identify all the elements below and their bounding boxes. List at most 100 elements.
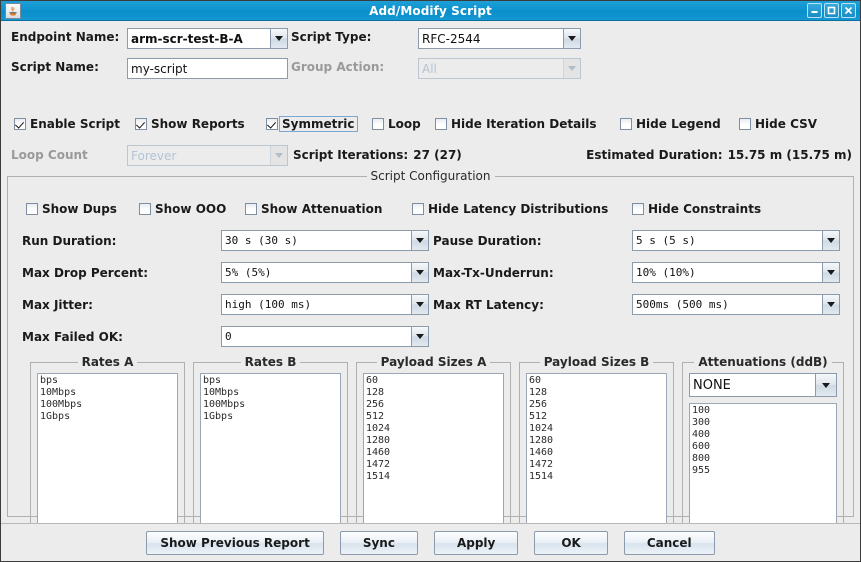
title-bar[interactable]: Add/Modify Script — [1, 1, 860, 21]
cancel-button[interactable]: Cancel — [623, 530, 715, 555]
maximize-icon[interactable] — [824, 3, 839, 18]
chevron-down-icon — [270, 146, 287, 165]
list-item[interactable]: 1460 — [528, 447, 666, 459]
checkbox-hide-constraints[interactable]: Hide Constraints — [632, 202, 761, 216]
checkbox-box[interactable] — [632, 203, 644, 215]
close-icon[interactable] — [841, 3, 856, 18]
list-item[interactable]: bps — [39, 375, 177, 387]
checkbox-box[interactable] — [135, 118, 147, 130]
run-duration-combo[interactable]: 30 s (30 s) — [221, 230, 429, 251]
list-item[interactable]: 100Mbps — [39, 399, 177, 411]
checkbox-box[interactable] — [372, 118, 384, 130]
chevron-down-icon[interactable] — [822, 231, 839, 250]
checkbox-hide-csv[interactable]: Hide CSV — [739, 117, 817, 131]
checkbox-box[interactable] — [14, 118, 26, 130]
checkbox-label: Symmetric — [279, 116, 358, 132]
apply-button[interactable]: Apply — [433, 530, 519, 555]
checkbox-box[interactable] — [245, 203, 257, 215]
list-item[interactable]: 1280 — [365, 435, 503, 447]
checkbox-box[interactable] — [266, 118, 278, 130]
checkbox-show-ooo[interactable]: Show OOO — [139, 202, 226, 216]
checkbox-show-dups[interactable]: Show Dups — [26, 202, 117, 216]
payload-sizes-b-list[interactable]: 60 128 256 512 1024 1280 1460 1472 1514 — [526, 373, 667, 530]
list-item[interactable]: 1472 — [528, 459, 666, 471]
checkbox-show-attenuation[interactable]: Show Attenuation — [245, 202, 382, 216]
list-item[interactable]: 1514 — [365, 471, 503, 483]
script-type-value: RFC-2544 — [419, 29, 563, 48]
minimize-icon[interactable] — [807, 3, 822, 18]
chevron-down-icon[interactable] — [563, 29, 580, 48]
script-type-combo[interactable]: RFC-2544 — [418, 28, 581, 49]
list-item[interactable]: 128 — [365, 387, 503, 399]
checkbox-box[interactable] — [412, 203, 424, 215]
chevron-down-icon[interactable] — [411, 295, 428, 314]
max-jitter-combo[interactable]: high (100 ms) — [221, 294, 429, 315]
checkbox-enable-script[interactable]: Enable Script — [14, 117, 120, 131]
endpoint-name-value: arm-scr-test-B-A — [128, 29, 270, 48]
checkbox-symmetric[interactable]: Symmetric — [266, 116, 358, 132]
attenuations-list[interactable]: 100 300 400 600 800 955 — [689, 403, 837, 530]
list-item[interactable]: 1024 — [528, 423, 666, 435]
checkbox-box[interactable] — [739, 118, 751, 130]
max-jitter-label: Max Jitter: — [22, 298, 93, 312]
checkbox-loop[interactable]: Loop — [372, 117, 421, 131]
script-name-input[interactable]: my-script — [127, 58, 288, 79]
checkbox-box[interactable] — [26, 203, 38, 215]
list-item[interactable]: 60 — [365, 375, 503, 387]
checkbox-hide-legend[interactable]: Hide Legend — [620, 117, 721, 131]
chevron-down-icon[interactable] — [822, 263, 839, 282]
chevron-down-icon[interactable] — [411, 263, 428, 282]
list-item[interactable]: 1472 — [365, 459, 503, 471]
list-item[interactable]: 512 — [528, 411, 666, 423]
list-item[interactable]: 1Gbps — [202, 411, 340, 423]
list-item[interactable]: 800 — [691, 453, 836, 465]
list-item[interactable]: 955 — [691, 465, 836, 477]
max-failed-ok-combo[interactable]: 0 — [221, 326, 429, 347]
chevron-down-icon[interactable] — [815, 374, 836, 396]
max-tx-underrun-combo[interactable]: 10% (10%) — [632, 262, 840, 283]
list-item[interactable]: 128 — [528, 387, 666, 399]
show-previous-report-button[interactable]: Show Previous Report — [146, 530, 324, 555]
list-item[interactable]: 300 — [691, 417, 836, 429]
chevron-down-icon[interactable] — [411, 327, 428, 346]
list-item[interactable]: 400 — [691, 429, 836, 441]
rates-b-list[interactable]: bps 10Mbps 100Mbps 1Gbps — [200, 373, 341, 530]
list-item[interactable]: 10Mbps — [202, 387, 340, 399]
checkbox-box[interactable] — [139, 203, 151, 215]
chevron-down-icon[interactable] — [411, 231, 428, 250]
chevron-down-icon[interactable] — [822, 295, 839, 314]
list-item[interactable]: 100Mbps — [202, 399, 340, 411]
list-item[interactable]: 60 — [528, 375, 666, 387]
sync-button[interactable]: Sync — [339, 530, 418, 555]
loop-count-row: Loop Count — [11, 148, 88, 162]
endpoint-name-combo[interactable]: arm-scr-test-B-A — [127, 28, 288, 49]
list-item[interactable]: 256 — [528, 399, 666, 411]
list-item[interactable]: bps — [202, 375, 340, 387]
checkbox-box[interactable] — [435, 118, 447, 130]
pause-duration-combo[interactable]: 5 s (5 s) — [632, 230, 840, 251]
list-item[interactable]: 10Mbps — [39, 387, 177, 399]
list-item[interactable]: 100 — [691, 405, 836, 417]
checkbox-label: Show Reports — [151, 117, 245, 131]
chevron-down-icon[interactable] — [270, 29, 287, 48]
list-item[interactable]: 1Gbps — [39, 411, 177, 423]
list-item[interactable]: 1280 — [528, 435, 666, 447]
list-item[interactable]: 1514 — [528, 471, 666, 483]
checkbox-hide-iteration-details[interactable]: Hide Iteration Details — [435, 117, 597, 131]
ok-button[interactable]: OK — [534, 530, 608, 555]
list-item[interactable]: 1024 — [365, 423, 503, 435]
checkbox-show-reports[interactable]: Show Reports — [135, 117, 245, 131]
list-item[interactable]: 1460 — [365, 447, 503, 459]
checkbox-box[interactable] — [620, 118, 632, 130]
max-drop-percent-combo[interactable]: 5% (5%) — [221, 262, 429, 283]
estimated-duration-value: 15.75 m (15.75 m) — [727, 148, 852, 162]
rates-a-list[interactable]: bps 10Mbps 100Mbps 1Gbps — [37, 373, 178, 530]
list-item[interactable]: 512 — [365, 411, 503, 423]
attenuations-combo[interactable]: NONE — [689, 373, 837, 397]
max-rt-latency-combo[interactable]: 500ms (500 ms) — [632, 294, 840, 315]
list-item[interactable]: 600 — [691, 441, 836, 453]
list-item[interactable]: 256 — [365, 399, 503, 411]
max-tx-underrun-value: 10% (10%) — [633, 263, 822, 282]
payload-sizes-a-list[interactable]: 60 128 256 512 1024 1280 1460 1472 1514 — [363, 373, 504, 530]
checkbox-hide-latency-distributions[interactable]: Hide Latency Distributions — [412, 202, 608, 216]
